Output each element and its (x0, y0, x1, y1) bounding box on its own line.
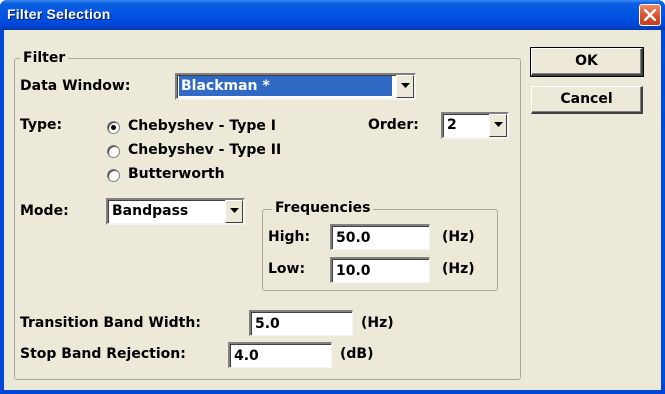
type-label: Type: (20, 117, 63, 133)
radio-butterworth[interactable] (107, 169, 120, 182)
data-window-value: Blackman * (179, 76, 392, 96)
high-frequency-input[interactable]: 50.0 (330, 224, 430, 250)
window-frame-bottom (0, 390, 665, 394)
stop-band-rejection-value: 4.0 (234, 348, 259, 364)
low-frequency-input[interactable]: 10.0 (330, 257, 430, 283)
transition-band-width-input[interactable]: 5.0 (249, 310, 353, 336)
order-dropdown-button[interactable] (489, 114, 507, 137)
chevron-down-icon (401, 83, 410, 88)
data-window-dropdown-button[interactable] (396, 75, 414, 98)
radio-label-chebyshev-type-2[interactable]: Chebyshev - Type II (128, 142, 281, 158)
radio-label-butterworth[interactable]: Butterworth (128, 166, 225, 182)
transition-band-width-label: Transition Band Width: (20, 315, 201, 331)
mode-select[interactable]: Bandpass (106, 198, 245, 225)
data-window-label: Data Window: (20, 78, 131, 94)
frequencies-group-legend: Frequencies (272, 200, 374, 216)
cancel-button[interactable]: Cancel (531, 86, 643, 114)
chevron-down-icon (494, 122, 503, 127)
order-label: Order: (368, 117, 419, 133)
radio-selected-dot (111, 125, 116, 130)
order-select[interactable]: 2 (441, 112, 509, 139)
high-frequency-unit: (Hz) (442, 229, 475, 245)
high-frequency-value: 50.0 (336, 230, 371, 246)
close-button[interactable] (639, 4, 661, 26)
high-frequency-label: High: (268, 229, 311, 245)
close-icon (644, 9, 656, 21)
window-title: Filter Selection (7, 6, 111, 22)
stop-band-rejection-input[interactable]: 4.0 (228, 342, 332, 368)
ok-button[interactable]: OK (530, 47, 644, 77)
transition-band-width-unit: (Hz) (361, 315, 394, 331)
chevron-down-icon (230, 208, 239, 213)
title-bar[interactable]: Filter Selection (0, 0, 665, 30)
low-frequency-value: 10.0 (336, 263, 371, 279)
stop-band-rejection-label: Stop Band Rejection: (20, 346, 186, 362)
mode-label: Mode: (20, 203, 69, 219)
low-frequency-unit: (Hz) (442, 261, 475, 277)
radio-chebyshev-type-2[interactable] (107, 145, 120, 158)
window-frame-right (661, 30, 665, 394)
filter-group-legend: Filter (20, 50, 69, 66)
dialog-window: Filter Selection Filter Data Window: Bla… (0, 0, 665, 394)
stop-band-rejection-unit: (dB) (340, 346, 374, 362)
transition-band-width-value: 5.0 (255, 316, 280, 332)
radio-label-chebyshev-type-1[interactable]: Chebyshev - Type I (128, 118, 276, 134)
mode-value: Bandpass (112, 203, 189, 219)
dialog-client-area: Filter Data Window: Blackman * Type: Che… (4, 30, 661, 390)
data-window-select[interactable]: Blackman * (175, 73, 416, 100)
radio-chebyshev-type-1[interactable] (107, 121, 120, 134)
order-value: 2 (447, 117, 457, 133)
low-frequency-label: Low: (268, 261, 306, 277)
mode-dropdown-button[interactable] (225, 200, 243, 223)
